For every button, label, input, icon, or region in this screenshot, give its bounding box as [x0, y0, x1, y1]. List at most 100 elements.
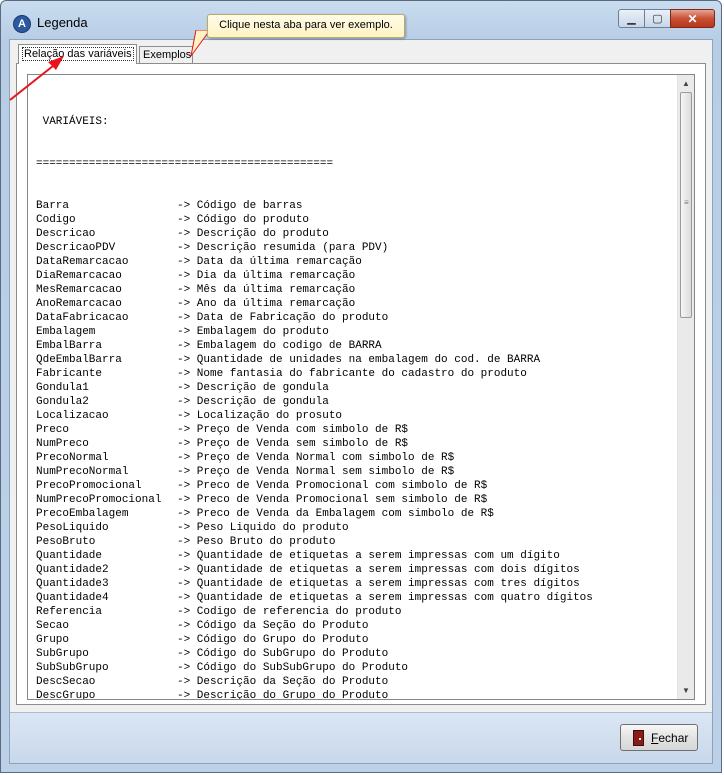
variable-name: DiaRemarcacao — [36, 270, 122, 282]
variable-name: Quantidade — [36, 550, 103, 562]
variable-name: Quantidade3 — [36, 578, 109, 590]
variable-row: DescGrupo -> Descrição do Grupo do Produt… — [36, 689, 676, 700]
variable-description: -> Nome fantasia do fabricante do cadast… — [177, 368, 527, 380]
variable-description: -> Mês da última remarcação — [177, 284, 356, 296]
variable-description: -> Descrição do Grupo do Produto — [177, 690, 389, 700]
variable-row: Grupo -> Código do Grupo do Produto — [36, 633, 676, 647]
close-window-button[interactable]: ✕ — [670, 9, 715, 28]
variable-name: Quantidade2 — [36, 564, 109, 576]
variable-description: -> Dia da última remarcação — [177, 270, 356, 282]
variable-row: Descricao -> Descrição do produto — [36, 227, 676, 241]
variable-name: EmbalBarra — [36, 340, 103, 352]
variable-row: PrecoPromocional -> Preco de Venda Promoc… — [36, 479, 676, 493]
variable-row: PrecoEmbalagem -> Preco de Venda da Embal… — [36, 507, 676, 521]
variable-description: -> Descrição de gondula — [177, 396, 329, 408]
variable-name: DescSecao — [36, 676, 96, 688]
variable-name: QdeEmbalBarra — [36, 354, 122, 366]
variables-memo[interactable]: VARIÁVEIS: =============================… — [27, 74, 695, 700]
tab-label: Exemplos — [143, 49, 192, 61]
memo-content: VARIÁVEIS: =============================… — [36, 87, 676, 700]
variable-row: NumPreco -> Preço de Venda sem simbolo de… — [36, 437, 676, 451]
fechar-button[interactable]: Fechar — [620, 724, 698, 751]
tab-exemplos[interactable]: Exemplos — [139, 46, 193, 63]
variable-description: -> Descrição do produto — [177, 228, 329, 240]
variable-description: -> Descrição de gondula — [177, 382, 329, 394]
scrollbar-thumb[interactable]: ≡ — [680, 92, 692, 318]
variable-description: -> Embalagem do codigo de BARRA — [177, 340, 382, 352]
variable-name: Codigo — [36, 214, 76, 226]
variable-row: Preco -> Preço de Venda com simbolo de R$ — [36, 423, 676, 437]
memo-separator: ========================================… — [36, 158, 334, 170]
variable-name: Secao — [36, 620, 70, 632]
variable-name: PesoLiquido — [36, 522, 109, 534]
variable-description: -> Preco de Venda Promocional com simbol… — [177, 480, 488, 492]
variable-row: SubGrupo -> Código do SubGrupo do Produto — [36, 647, 676, 661]
variable-row: DescSecao -> Descrição da Seção do Produt… — [36, 675, 676, 689]
grip-icon: ≡ — [684, 198, 689, 207]
variable-name: Fabricante — [36, 368, 103, 380]
variable-description: -> Localização do prosuto — [177, 410, 343, 422]
minimize-button[interactable]: ▁ — [618, 9, 645, 28]
maximize-button[interactable]: ▢ — [644, 9, 671, 28]
variable-description: -> Embalagem do produto — [177, 326, 329, 338]
variable-row: MesRemarcacao -> Mês da última remarcação — [36, 283, 676, 297]
variable-name: Preco — [36, 424, 70, 436]
variable-description: -> Peso Bruto do produto — [177, 536, 336, 548]
variable-description: -> Preço de Venda com simbolo de R$ — [177, 424, 409, 436]
dialog-client-area: Relação das variáveis Exemplos VARIÁVEIS… — [9, 39, 713, 764]
variable-name: DataRemarcacao — [36, 256, 129, 268]
variable-row: Quantidade3 -> Quantidade de etiquetas a … — [36, 577, 676, 591]
variable-description: -> Preco de Venda da Embalagem com simbo… — [177, 508, 494, 520]
red-arrow-icon — [9, 56, 64, 101]
window-title: Legenda — [37, 15, 88, 30]
variable-description: -> Data da última remarcação — [177, 256, 362, 268]
variable-description: -> Código do SubGrupo do Produto — [177, 648, 389, 660]
variable-row: DataRemarcacao -> Data da última remarcaç… — [36, 255, 676, 269]
variable-name: Embalagem — [36, 326, 96, 338]
fechar-label: Fechar — [651, 730, 689, 745]
variable-name: PrecoEmbalagem — [36, 508, 129, 520]
variable-row: Fabricante -> Nome fantasia do fabricante… — [36, 367, 676, 381]
variable-row: PrecoNormal -> Preço de Venda Normal com … — [36, 451, 676, 465]
variable-name: SubGrupo — [36, 648, 89, 660]
variable-row: DiaRemarcacao -> Dia da última remarcação — [36, 269, 676, 283]
variable-row: AnoRemarcacao -> Ano da última remarcação — [36, 297, 676, 311]
variable-name: PesoBruto — [36, 536, 96, 548]
variable-description: -> Preço de Venda Normal com simbolo de … — [177, 452, 455, 464]
window-controls: ▁ ▢ ✕ — [618, 9, 715, 28]
variable-row: Quantidade2 -> Quantidade de etiquetas a … — [36, 563, 676, 577]
variable-name: Referencia — [36, 606, 103, 618]
variables-list: Barra -> Código de barras Codigo -> Código … — [36, 199, 676, 700]
variable-description: -> Código do SubSubGrupo do Produto — [177, 662, 409, 674]
variable-name: Quantidade4 — [36, 592, 109, 604]
variable-name: NumPreco — [36, 438, 89, 450]
variable-name: NumPrecoPromocional — [36, 494, 162, 506]
variable-description: -> Preço de Venda Normal sem simbolo de … — [177, 466, 455, 478]
vertical-scrollbar[interactable]: ▲ ≡ ▼ — [677, 75, 694, 699]
variable-row: DataFabricacao -> Data de Fabricação do p… — [36, 311, 676, 325]
variable-row: Embalagem -> Embalagem do produto — [36, 325, 676, 339]
variable-description: -> Preço de Venda sem simbolo de R$ — [177, 438, 409, 450]
variable-row: SubSubGrupo -> Código do SubSubGrupo do P… — [36, 661, 676, 675]
variable-row: Codigo -> Código do produto — [36, 213, 676, 227]
variable-row: NumPrecoPromocional -> Preco de Venda Pro… — [36, 493, 676, 507]
scroll-down-icon[interactable]: ▼ — [678, 682, 694, 699]
variable-row: Quantidade -> Quantidade de etiquetas a s… — [36, 549, 676, 563]
scroll-up-icon[interactable]: ▲ — [678, 75, 694, 92]
variable-description: -> Quantidade de etiquetas a serem impre… — [177, 592, 593, 604]
minimize-icon: ▁ — [627, 13, 636, 25]
variable-name: Barra — [36, 200, 70, 212]
variable-description: -> Preco de Venda Promocional sem simbol… — [177, 494, 488, 506]
variable-name: NumPrecoNormal — [36, 466, 129, 478]
variable-description: -> Código de barras — [177, 200, 303, 212]
exit-door-icon — [633, 729, 644, 746]
hint-tooltip: Clique nesta aba para ver exemplo. — [207, 14, 405, 38]
variable-description: -> Quantidade de unidades na embalagem d… — [177, 354, 541, 366]
variable-description: -> Peso Liquido do produto — [177, 522, 349, 534]
variable-name: Gondula1 — [36, 382, 89, 394]
variable-row: QdeEmbalBarra -> Quantidade de unidades n… — [36, 353, 676, 367]
variable-row: Quantidade4 -> Quantidade de etiquetas a … — [36, 591, 676, 605]
variable-description: -> Quantidade de etiquetas a serem impre… — [177, 550, 560, 562]
variable-description: -> Código do Grupo do Produto — [177, 634, 369, 646]
variable-name: MesRemarcacao — [36, 284, 122, 296]
